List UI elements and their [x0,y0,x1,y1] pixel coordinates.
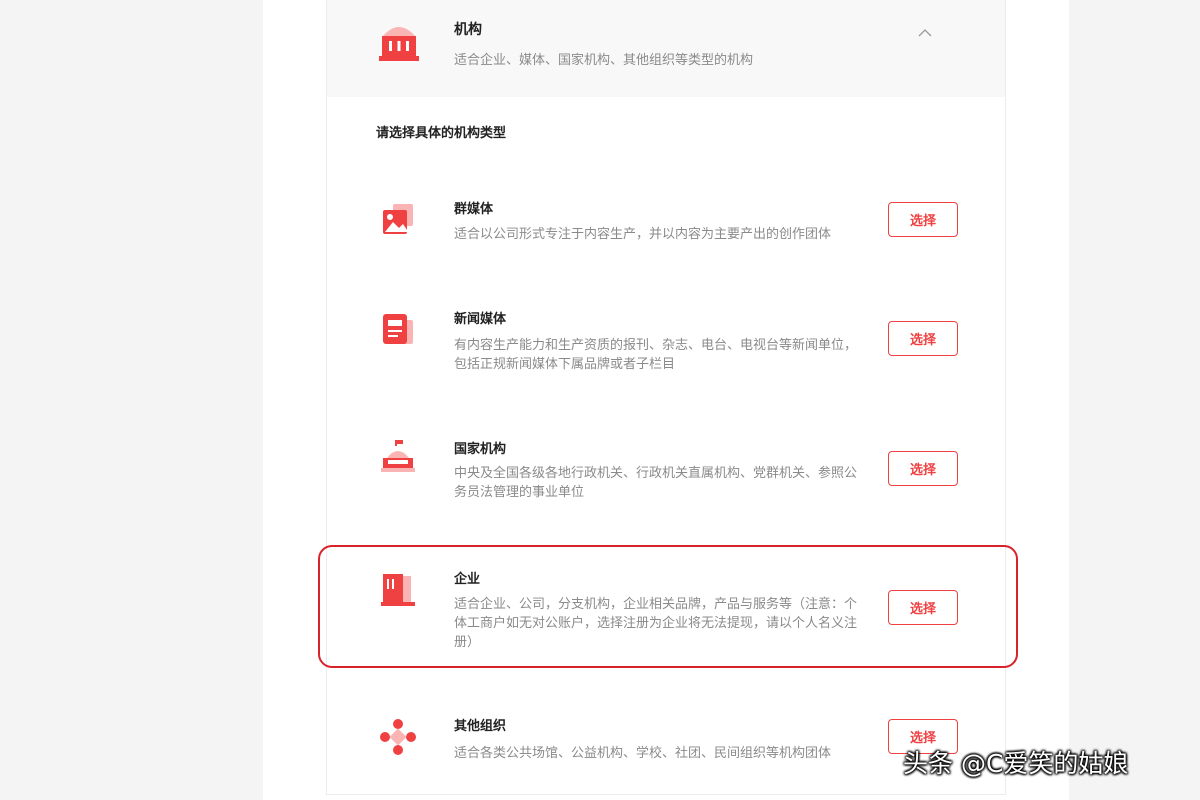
org-category-header[interactable]: 机构 适合企业、媒体、国家机构、其他组织等类型的机构 [327,0,1005,97]
select-button-enterprise[interactable]: 选择 [888,590,958,625]
office-building-icon [381,574,415,606]
org-category-description: 适合企业、媒体、国家机构、其他组织等类型的机构 [454,53,754,68]
item-description: 适合各类公共场馆、公益机构、学校、社团、民间组织等机构团体 [454,746,832,761]
item-title: 群媒体 [454,202,494,217]
list-item-news-media: 新闻媒体 有内容生产能力和生产资质的报刊、杂志、电台、电视台等新闻单位，包括正规… [327,292,1005,392]
item-title: 新闻媒体 [454,312,507,327]
item-title: 其他组织 [454,719,507,734]
watermark: 头条 @C爱笑的姑娘 [903,749,1129,778]
section-hint: 请选择具体的机构类型 [376,126,507,141]
list-item-group-media: 群媒体 适合以公司形式专注于内容生产，并以内容为主要产出的创作团体 选择 [327,180,1005,270]
newspaper-icon [383,314,413,344]
list-item-state-agency: 国家机构 中央及全国各级各地行政机关、行政机关直属机构、党群机关、参照公务员法管… [327,422,1005,522]
item-description: 适合以公司形式专注于内容生产，并以内容为主要产出的创作团体 [454,227,832,242]
item-description: 有内容生产能力和生产资质的报刊、杂志、电台、电视台等新闻单位，包括正规新闻媒体下… [454,338,858,372]
image-gallery-icon [383,204,413,234]
org-category-title: 机构 [454,22,482,38]
account-type-card: 机构 适合企业、媒体、国家机构、其他组织等类型的机构 请选择具体的机构类型 群媒… [326,0,1006,795]
organization-dots-icon [380,719,416,755]
item-title: 国家机构 [454,442,507,457]
chevron-up-icon[interactable] [917,26,933,38]
select-button-state-agency[interactable]: 选择 [888,451,958,486]
item-title: 企业 [454,572,481,587]
select-button-group-media[interactable]: 选择 [888,202,958,237]
item-description: 中央及全国各级各地行政机关、行政机关直属机构、党群机关、参照公务员法管理的事业单… [454,466,858,500]
government-building-icon [381,440,415,472]
institution-building-icon [379,27,419,61]
select-button-news-media[interactable]: 选择 [888,321,958,356]
item-description: 适合企业、公司，分支机构，企业相关品牌，产品与服务等（注意：个体工商户如无对公账… [454,597,858,650]
list-item-enterprise: 企业 适合企业、公司，分支机构，企业相关品牌，产品与服务等（注意：个体工商户如无… [327,552,1005,662]
